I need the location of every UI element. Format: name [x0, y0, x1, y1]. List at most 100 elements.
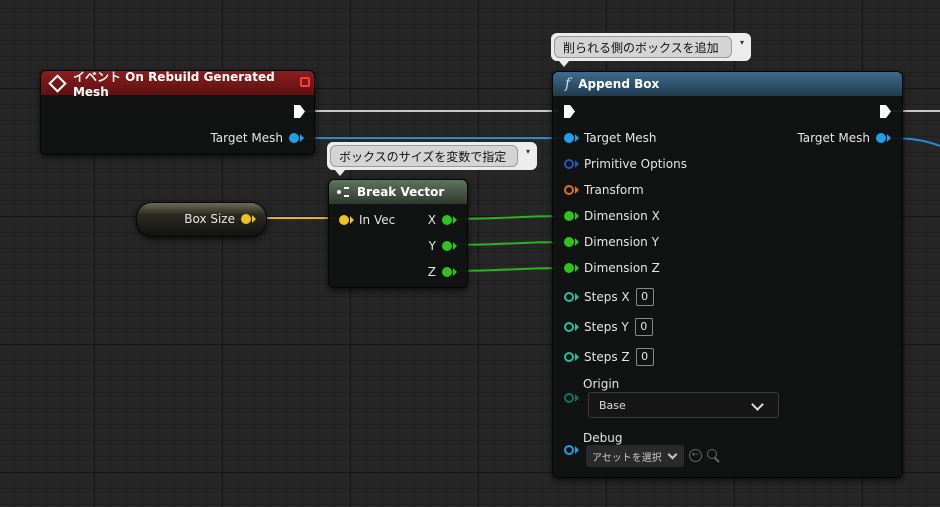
event-node-header[interactable]: イベント On Rebuild Generated Mesh — [41, 70, 314, 99]
transform-pin-icon — [564, 185, 574, 195]
comment-tail-icon — [335, 170, 345, 176]
event-delegate-pin-icon[interactable] — [300, 77, 310, 87]
comment-tail-icon — [559, 61, 569, 67]
use-selected-asset-icon[interactable]: ← — [689, 449, 702, 462]
chevron-down-icon — [751, 398, 764, 411]
float-pin-icon — [564, 211, 574, 221]
exec-out-icon — [880, 105, 891, 118]
pin-arrow-icon — [575, 238, 579, 246]
event-target-mesh-pin[interactable]: Target Mesh — [210, 131, 304, 145]
pin-arrow-icon — [575, 212, 579, 220]
in-vec-label: In Vec — [359, 213, 396, 227]
int-pin-icon — [564, 352, 574, 362]
append-box-exec-in-pin[interactable] — [564, 105, 575, 118]
comment-collapse-icon[interactable]: ▾ — [737, 38, 747, 48]
dimension-y-pin[interactable]: Dimension Y — [564, 235, 659, 249]
primitive-options-label: Primitive Options — [584, 157, 687, 171]
float-pin-icon — [442, 267, 452, 277]
event-exec-out-pin[interactable] — [294, 105, 305, 118]
target-mesh-output-pin[interactable]: Target Mesh — [797, 131, 891, 145]
origin-pin[interactable] — [564, 393, 579, 403]
event-target-mesh-label: Target Mesh — [210, 131, 283, 145]
break-vector-x-pin[interactable]: X — [428, 213, 457, 227]
int-pin-icon — [564, 292, 574, 302]
pin-arrow-icon — [300, 134, 304, 142]
enum-pin-icon — [564, 393, 574, 403]
steps-z-label: Steps Z — [584, 350, 630, 364]
steps-x-pin[interactable]: Steps X 0 — [564, 288, 654, 306]
pin-arrow-icon — [252, 215, 256, 223]
pin-arrow-icon — [575, 293, 579, 301]
steps-y-label: Steps Y — [584, 320, 629, 334]
break-struct-icon — [337, 187, 349, 197]
debug-asset-value: アセットを選択 — [592, 452, 662, 464]
browse-search-icon[interactable] — [707, 449, 721, 463]
pin-arrow-icon — [453, 268, 457, 276]
pin-arrow-icon — [575, 353, 579, 361]
dimension-y-label: Dimension Y — [584, 235, 659, 249]
append-box-header[interactable]: f Append Box — [553, 72, 902, 96]
steps-z-input[interactable]: 0 — [635, 348, 654, 366]
dimension-x-label: Dimension X — [584, 209, 660, 223]
steps-x-input[interactable]: 0 — [635, 288, 654, 306]
debug-label: Debug — [583, 431, 623, 445]
append-box-comment-bubble[interactable]: 削られる側のボックスを追加 ▾ — [551, 33, 751, 67]
steps-z-pin[interactable]: Steps Z 0 — [564, 348, 654, 366]
box-size-output-pin[interactable]: Box Size — [184, 212, 256, 226]
comment-collapse-icon[interactable]: ▾ — [523, 147, 533, 157]
function-f-icon: f — [565, 76, 571, 92]
origin-label: Origin — [583, 377, 620, 391]
steps-y-pin[interactable]: Steps Y 0 — [564, 318, 653, 336]
pin-arrow-icon — [453, 242, 457, 250]
vector-pin-icon — [339, 215, 349, 225]
append-box-comment: 削られる側のボックスを追加 — [554, 36, 732, 58]
break-vector-z-pin[interactable]: Z — [428, 265, 457, 279]
y-label: Y — [428, 239, 436, 253]
break-vector-comment-text: ボックスのサイズを変数で指定 — [339, 149, 507, 164]
int-pin-icon — [564, 322, 574, 332]
primitive-options-pin[interactable]: Primitive Options — [564, 157, 687, 171]
dimension-x-pin[interactable]: Dimension X — [564, 209, 660, 223]
debug-pin[interactable] — [564, 445, 579, 455]
dimension-x-wire — [451, 215, 567, 220]
float-pin-icon — [564, 237, 574, 247]
box-size-variable-node[interactable]: Box Size — [136, 202, 267, 237]
steps-x-label: Steps X — [584, 290, 630, 304]
event-node-title: イベント On Rebuild Generated Mesh — [72, 69, 275, 99]
mesh-pin-icon — [876, 133, 886, 143]
break-vector-header[interactable]: Break Vector — [329, 180, 467, 204]
pin-arrow-icon — [575, 134, 579, 142]
target-mesh-output-label: Target Mesh — [797, 131, 870, 145]
chevron-down-icon — [667, 449, 678, 460]
float-pin-icon — [442, 215, 452, 225]
append-box-exec-out-pin[interactable] — [880, 105, 891, 118]
break-vector-comment-bubble[interactable]: ボックスのサイズを変数で指定 ▾ — [327, 142, 537, 176]
pin-arrow-icon — [887, 134, 891, 142]
pin-arrow-icon — [575, 264, 579, 272]
pin-arrow-icon — [350, 216, 354, 224]
event-node-on-rebuild-generated-mesh[interactable]: イベント On Rebuild Generated Mesh Target Me… — [40, 70, 315, 155]
break-vector-in-vec-pin[interactable]: In Vec — [339, 213, 395, 227]
debug-asset-picker[interactable]: アセットを選択 — [586, 445, 684, 467]
pin-arrow-icon — [453, 216, 457, 224]
mesh-pin-icon — [564, 133, 574, 143]
pin-arrow-icon — [575, 160, 579, 168]
dimension-z-pin[interactable]: Dimension Z — [564, 261, 660, 275]
append-box-comment-text: 削られる側のボックスを追加 — [563, 40, 719, 55]
target-mesh-input-label: Target Mesh — [584, 131, 657, 145]
float-pin-icon — [564, 263, 574, 273]
box-size-label: Box Size — [184, 212, 235, 226]
exec-out-icon — [294, 105, 305, 118]
target-mesh-input-pin[interactable]: Target Mesh — [564, 131, 657, 145]
mesh-pin-icon — [289, 133, 299, 143]
transform-pin[interactable]: Transform — [564, 183, 644, 197]
origin-dropdown[interactable]: Base — [588, 392, 779, 418]
x-label: X — [427, 213, 436, 227]
steps-y-input[interactable]: 0 — [634, 318, 653, 336]
dimension-z-label: Dimension Z — [584, 261, 660, 275]
break-vector-node[interactable]: Break Vector In Vec X Y Z — [328, 179, 468, 288]
object-pin-icon — [564, 445, 574, 455]
break-vector-y-pin[interactable]: Y — [429, 239, 457, 253]
break-vector-title: Break Vector — [357, 185, 445, 199]
vector-pin-icon — [241, 214, 251, 224]
